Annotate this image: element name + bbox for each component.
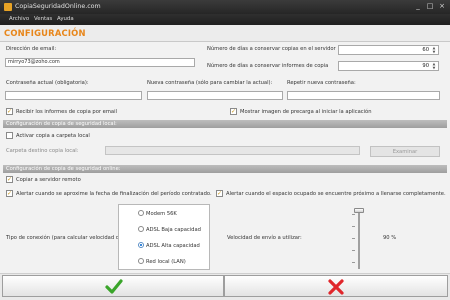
receive-reports-checkbox[interactable]: ✓ — [6, 108, 13, 115]
activate-local-label: Activar copia a carpeta local — [16, 133, 90, 139]
days-server-stepper[interactable]: 60 ▲ ▼ — [338, 45, 439, 55]
email-label: Dirección de email: — [6, 46, 57, 52]
activate-local-checkbox[interactable] — [6, 132, 13, 139]
radio-lan-label: Red local (LAN) — [146, 259, 186, 265]
receive-reports-label: Recibir los informes de copia por email — [16, 109, 117, 115]
days-server-label: Número de días a conservar copias en el … — [207, 46, 336, 52]
alert-space-checkbox[interactable]: ✓ — [216, 190, 223, 197]
slider-tick — [352, 238, 355, 239]
menu-archivo[interactable]: Archivo — [9, 16, 29, 22]
new-password-field[interactable] — [147, 91, 283, 100]
close-window-button[interactable]: × — [437, 2, 447, 11]
show-preload-checkbox[interactable]: ✓ — [230, 108, 237, 115]
speed-slider-track[interactable] — [358, 212, 360, 269]
stepper-arrows-icon[interactable]: ▲ ▼ — [431, 46, 437, 54]
local-folder-label: Carpeta destino copia local: — [6, 148, 79, 154]
days-server-value: 60 — [422, 47, 429, 53]
speed-slider-thumb[interactable] — [354, 208, 364, 213]
days-reports-value: 90 — [422, 63, 429, 69]
repeat-password-field[interactable] — [287, 91, 440, 100]
current-password-label: Contraseña actual (obligatoria): — [6, 80, 89, 86]
browse-button[interactable]: Examinar — [370, 146, 440, 157]
slider-tick — [352, 250, 355, 251]
slider-tick — [352, 262, 355, 263]
radio-modem[interactable] — [138, 210, 144, 216]
radio-adsl-high-label: ADSL Alta capacidad — [146, 243, 200, 249]
title-bar: CopiaSeguridadOnline.com _ □ × — [0, 0, 450, 14]
slider-tick — [352, 214, 355, 215]
speed-label: Velocidad de envío a utilizar: — [227, 235, 302, 241]
current-password-field[interactable] — [5, 91, 142, 100]
alert-expiry-label: Alertar cuando se aproxime la fecha de f… — [16, 191, 212, 197]
new-password-label: Nueva contraseña (sólo para cambiar la a… — [147, 80, 273, 86]
page-title: CONFIGURACIÓN — [4, 28, 86, 38]
days-reports-label: Número de días a conservar informes de c… — [207, 63, 329, 69]
maximize-button[interactable]: □ — [425, 2, 435, 11]
copy-remote-label: Copiar a servidor remoto — [16, 177, 81, 183]
menu-bar: Archivo Ventas Ayuda — [0, 14, 450, 25]
speed-value: 90 % — [383, 235, 397, 241]
alert-expiry-checkbox[interactable]: ✓ — [6, 190, 13, 197]
radio-modem-label: Modem 56K — [146, 211, 177, 217]
menu-ayuda[interactable]: Ayuda — [57, 16, 74, 22]
copy-remote-checkbox[interactable]: ✓ — [6, 176, 13, 183]
alert-space-label: Alertar cuando el espacio ocupado se enc… — [226, 191, 446, 197]
local-backup-section-title: Configuración de copia de seguridad loca… — [3, 120, 447, 128]
radio-adsl-high[interactable] — [138, 242, 144, 248]
radio-lan[interactable] — [138, 258, 144, 264]
email-field[interactable]: mirryo73@zoho.com — [5, 58, 195, 67]
menu-ventas[interactable]: Ventas — [34, 16, 52, 22]
online-backup-section-title: Configuración de copia de seguridad onli… — [3, 165, 447, 173]
ok-button[interactable] — [2, 275, 224, 297]
checkmark-icon — [105, 279, 123, 294]
page-header: CONFIGURACIÓN — [0, 25, 450, 42]
app-icon — [4, 3, 12, 11]
local-folder-field[interactable] — [105, 146, 360, 155]
window-title: CopiaSeguridadOnline.com — [15, 3, 101, 10]
stepper-arrows-icon[interactable]: ▲ ▼ — [431, 62, 437, 70]
radio-adsl-low[interactable] — [138, 226, 144, 232]
cancel-button[interactable] — [224, 275, 448, 297]
radio-adsl-low-label: ADSL Baja capacidad — [146, 227, 201, 233]
cross-icon — [328, 279, 344, 295]
minimize-button[interactable]: _ — [413, 2, 423, 11]
slider-tick — [352, 226, 355, 227]
days-reports-stepper[interactable]: 90 ▲ ▼ — [338, 61, 439, 71]
show-preload-label: Mostrar imagen de precarga al iniciar la… — [240, 109, 372, 115]
repeat-password-label: Repetir nueva contraseña: — [287, 80, 356, 86]
